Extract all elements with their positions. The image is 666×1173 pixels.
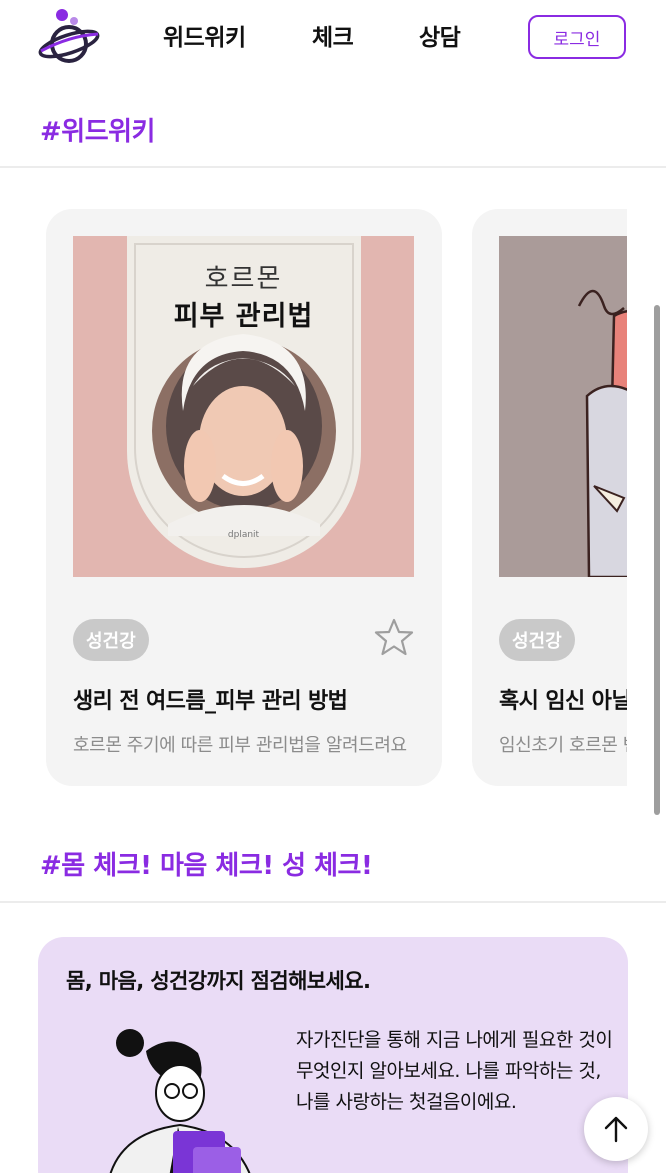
header: 위드위키 체크 상담 로그인	[0, 0, 666, 84]
card-description: 임신초기 호르몬 변화	[499, 735, 627, 756]
scroll-to-top-button[interactable]	[584, 1097, 648, 1161]
thumbnail-title-bold: 피부 관리법	[173, 301, 314, 332]
check-card-body: 자가진단을 통해 지금 나에게 필요한 것이 무엇인지 알아보세요. 나를 파악…	[296, 1029, 613, 1113]
planet-logo[interactable]	[36, 6, 102, 66]
divider	[0, 166, 666, 168]
wiki-carousel[interactable]: 호르몬 피부 관리법 dplanit 성건강 생리 전 여드름_피부 관리 방법…	[0, 209, 627, 786]
thumbnail-title-light: 호르몬	[204, 264, 283, 294]
nav-check[interactable]: 체크	[312, 18, 354, 52]
card-description: 호르몬 주기에 따른 피부 관리법을 알려드려요	[73, 735, 407, 756]
card-title: 혹시 임신 아닐까?	[499, 689, 627, 714]
category-badge: 성건강	[73, 619, 149, 661]
self-check-card[interactable]: 몸, 마음, 성건강까지 점검해보세요. 자가진단을 통해 지금 나에게 필요한…	[38, 937, 628, 1173]
login-button[interactable]: 로그인	[528, 15, 626, 59]
person-illustration	[109, 1029, 251, 1173]
check-card-heading: 몸, 마음, 성건강까지 점검해보세요.	[66, 969, 371, 993]
thumbnail-brand: dplanit	[227, 530, 260, 540]
wiki-card[interactable]: 호르몬 피부 관리법 dplanit 성건강 생리 전 여드름_피부 관리 방법…	[46, 209, 442, 786]
wiki-card[interactable]: 성건강 혹시 임신 아닐까? 임신초기 호르몬 변화	[472, 209, 627, 786]
nav-wiki[interactable]: 위드위키	[163, 18, 246, 52]
check-section-title: #몸 체크! 마음 체크! 성 체크!	[40, 851, 373, 881]
card-thumbnail	[499, 236, 627, 577]
divider	[0, 901, 666, 903]
category-badge: 성건강	[499, 619, 575, 661]
arrow-up-icon	[604, 1116, 628, 1143]
card-thumbnail: 호르몬 피부 관리법 dplanit	[73, 236, 414, 577]
thumbnail-illustration	[499, 236, 627, 577]
wiki-section-title: #위드위키	[40, 117, 155, 147]
scrollbar[interactable]	[654, 305, 660, 815]
card-title: 생리 전 여드름_피부 관리 방법	[73, 689, 348, 714]
nav-consult[interactable]: 상담	[419, 18, 461, 52]
star-outline-icon[interactable]	[374, 617, 414, 657]
